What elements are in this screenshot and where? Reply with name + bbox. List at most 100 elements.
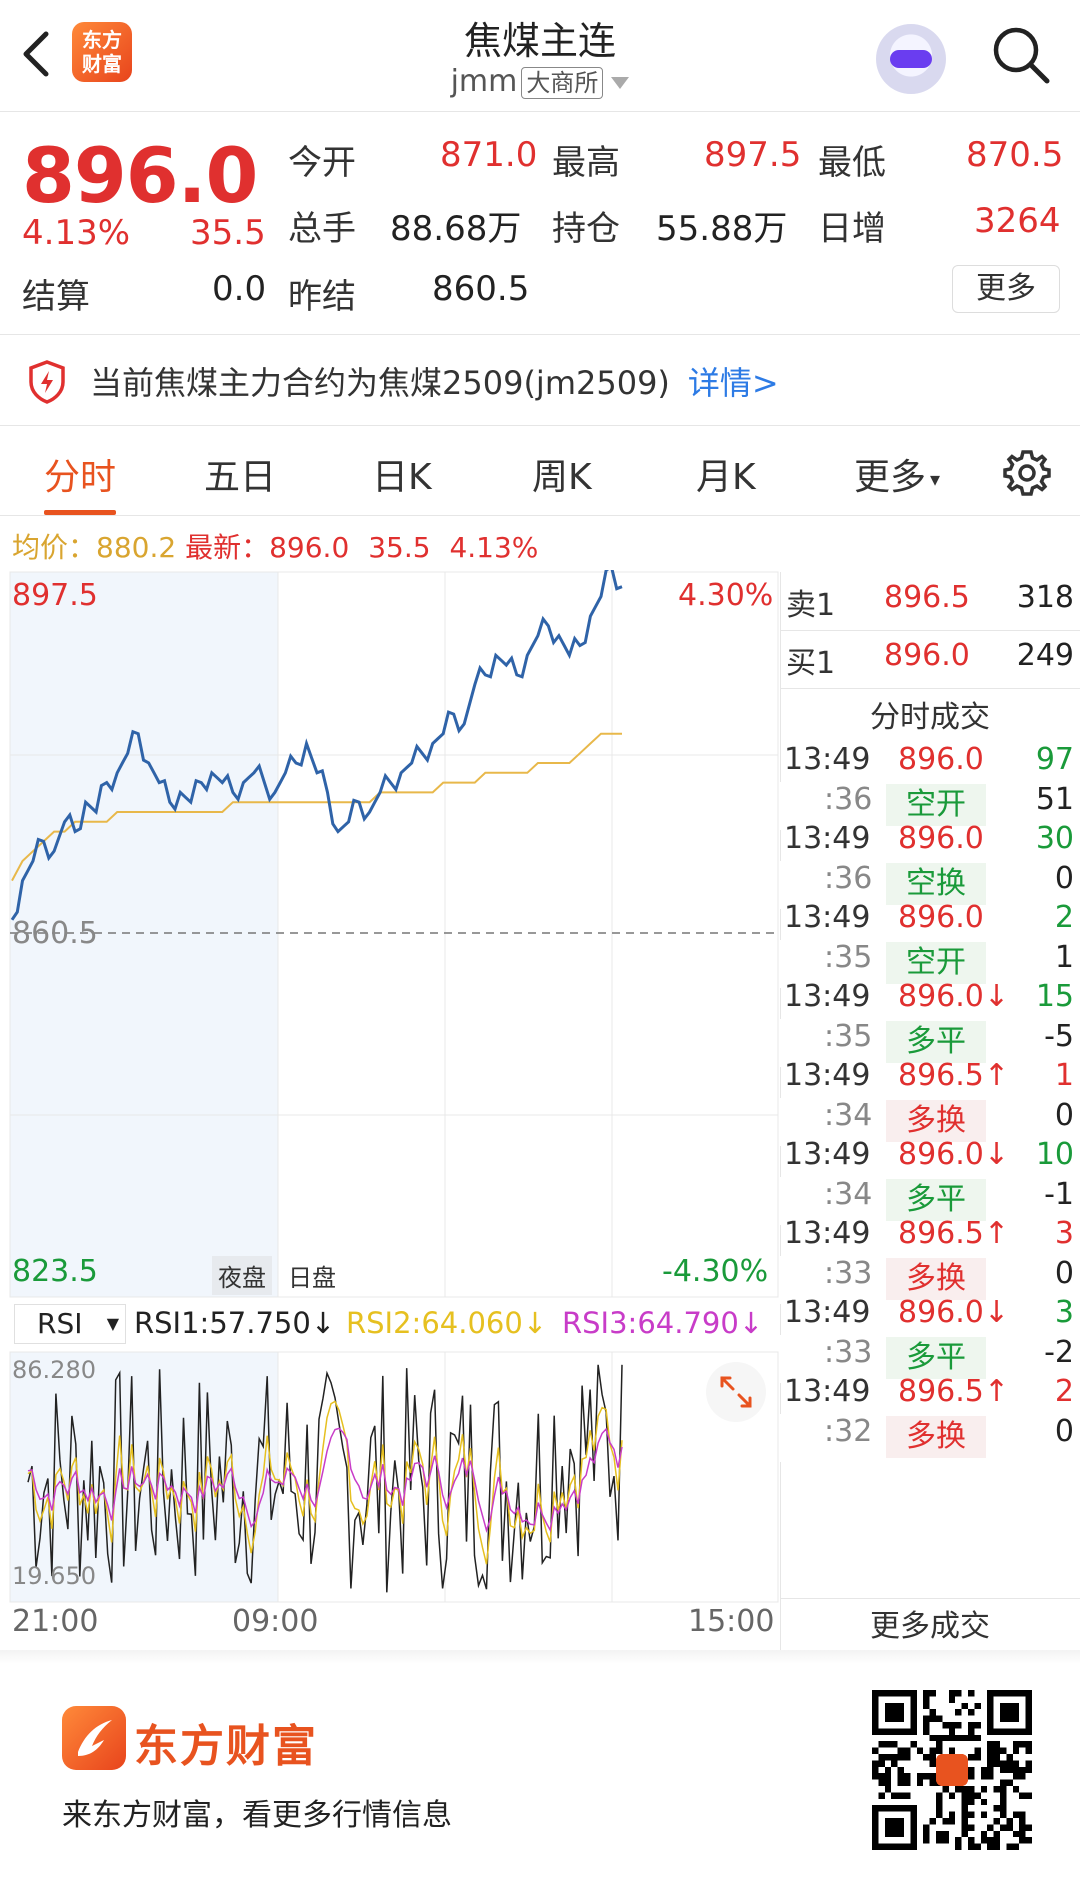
chart-tabs: 分时 五日 日K 周K 月K 更多 ▾ <box>0 430 1080 516</box>
pct-top-label: 4.30% <box>678 578 774 613</box>
fullscreen-expand-icon[interactable] <box>706 1362 766 1422</box>
tick-time: 13:49 <box>784 821 871 856</box>
bid-volume: 249 <box>1016 638 1074 673</box>
chart-canvas[interactable] <box>0 570 780 1650</box>
tab-more[interactable]: 更多 ▾ <box>854 448 940 500</box>
divider <box>780 630 1080 631</box>
tick-oi-change: 0 <box>1054 1414 1074 1449</box>
tab-weekly-k[interactable]: 周K <box>532 448 592 500</box>
indicator-select-value: RSI <box>37 1307 83 1340</box>
tick-oi-change: 1 <box>1054 940 1074 975</box>
tick-time: 13:49 <box>784 742 871 777</box>
pct-bottom-label: -4.30% <box>662 1254 769 1289</box>
tick-volume: 3 <box>1054 1216 1074 1251</box>
tick-volume: 3 <box>1054 1295 1074 1330</box>
brand-logo-icon <box>62 1706 126 1770</box>
down-arrow-icon: ↓ <box>310 1306 336 1340</box>
indicator-select[interactable]: RSI ▼ <box>14 1304 126 1344</box>
contract-code: jmm <box>450 64 518 99</box>
avg-label: 均价： <box>12 531 97 564</box>
low-value: 870.5 <box>966 135 1064 175</box>
brand-name: 东方财富 <box>134 1721 318 1772</box>
latest-label: 最新： <box>185 531 270 564</box>
tick-time: 13:49 <box>784 1295 871 1330</box>
search-icon[interactable] <box>990 24 1052 86</box>
tick-volume: 2 <box>1054 900 1074 935</box>
tick-type-badge: 空换 <box>886 863 986 905</box>
day-session-tag[interactable]: 日盘 <box>284 1256 340 1295</box>
rsi3-value: RSI3:64.790 <box>562 1306 739 1340</box>
latest-change: 35.5 <box>368 531 431 564</box>
x-axis-end-label: 15:00 <box>688 1604 775 1639</box>
qr-code <box>868 1686 1036 1854</box>
tick-subrow: :32 多换 0 <box>780 1414 1080 1462</box>
y-axis-mid-label: 860.5 <box>12 916 98 951</box>
tab-intraday[interactable]: 分时 <box>44 448 116 500</box>
tick-price: 896.0↓ <box>898 1137 1010 1172</box>
tab-monthly-k[interactable]: 月K <box>696 448 756 500</box>
notice-detail-link[interactable]: 详情> <box>688 364 779 402</box>
night-session-tag[interactable]: 夜盘 <box>212 1256 272 1295</box>
tick-volume: 15 <box>1035 979 1074 1014</box>
rsi2-readout: RSI2:64.060↓ <box>346 1306 547 1340</box>
latest-percent: 4.13% <box>449 531 539 564</box>
rsi-top-label: 86.280 <box>12 1356 96 1384</box>
volume-value: 88.68万 <box>390 209 522 249</box>
ask-label: 卖1 <box>786 588 836 623</box>
promo-footer: 东方财富 来东方财富，看更多行情信息 <box>0 1650 1080 1886</box>
tick-type-badge: 多换 <box>886 1100 986 1142</box>
tick-seconds: :34 <box>824 1098 873 1133</box>
last-price: 896.0 <box>22 131 258 220</box>
tick-oi-change: 0 <box>1054 1098 1074 1133</box>
ask-volume: 318 <box>1016 580 1074 615</box>
daily-increase-value: 3264 <box>974 201 1061 241</box>
tick-seconds: :36 <box>824 782 873 817</box>
more-trades-button[interactable]: 更多成交 <box>780 1598 1080 1654</box>
settle-label: 结算 <box>22 277 90 317</box>
tick-price: 896.0↓ <box>898 1295 1010 1330</box>
tick-time: 13:49 <box>784 1058 871 1093</box>
tick-oi-change: -5 <box>1044 1019 1074 1054</box>
prev-settle-label: 昨结 <box>288 277 356 317</box>
tick-oi-change: 51 <box>1035 782 1074 817</box>
high-value: 897.5 <box>704 135 802 175</box>
x-axis-start-label: 21:00 <box>12 1604 99 1639</box>
tick-price: 896.0 <box>898 821 984 856</box>
tick-type-badge: 多平 <box>886 1179 986 1221</box>
active-tab-indicator <box>44 510 116 515</box>
tab-five-day[interactable]: 五日 <box>204 448 276 500</box>
divider <box>780 688 1080 689</box>
tick-seconds: :35 <box>824 1019 873 1054</box>
tick-oi-change: -2 <box>1044 1335 1074 1370</box>
ask-row: 卖1 896.5 318 <box>780 580 1080 636</box>
tick-seconds: :33 <box>824 1256 873 1291</box>
tick-seconds: :33 <box>824 1335 873 1370</box>
tick-type-badge: 空开 <box>886 784 986 826</box>
tick-trades-title: 分时成交 <box>870 700 990 735</box>
tab-daily-k[interactable]: 日K <box>372 448 432 500</box>
main-contract-notice[interactable]: 当前焦煤主力合约为焦煤2509(jm2509) 详情> <box>0 336 1080 426</box>
latest-value: 896.0 <box>269 531 350 564</box>
tick-time: 13:49 <box>784 979 871 1014</box>
low-label: 最低 <box>818 143 886 183</box>
bid-price: 896.0 <box>884 638 970 673</box>
tick-price: 896.5↑ <box>898 1058 1010 1093</box>
tick-type-badge: 多平 <box>886 1021 986 1063</box>
settle-value: 0.0 <box>212 269 267 309</box>
open-value: 871.0 <box>440 135 538 175</box>
rsi3-readout: RSI3:64.790↓ <box>562 1306 763 1340</box>
tick-type-badge: 多换 <box>886 1258 986 1300</box>
tick-time: 13:49 <box>784 1374 871 1409</box>
open-interest-label: 持仓 <box>552 209 620 249</box>
tick-type-badge: 多平 <box>886 1337 986 1379</box>
tick-seconds: :34 <box>824 1177 873 1212</box>
ai-assistant-robot-icon[interactable] <box>876 24 946 94</box>
settings-gear-icon[interactable] <box>1002 448 1052 498</box>
high-label: 最高 <box>552 143 620 183</box>
tick-oi-change: 0 <box>1054 1256 1074 1291</box>
exchange-badge: 大商所 <box>521 67 604 99</box>
intraday-chart[interactable]: 897.5 860.5 823.5 4.30% -4.30% 夜盘 日盘 RSI… <box>0 570 780 1650</box>
tick-type-badge: 多换 <box>886 1416 986 1458</box>
tick-time: 13:49 <box>784 900 871 935</box>
more-quote-button[interactable]: 更多 <box>952 265 1060 313</box>
